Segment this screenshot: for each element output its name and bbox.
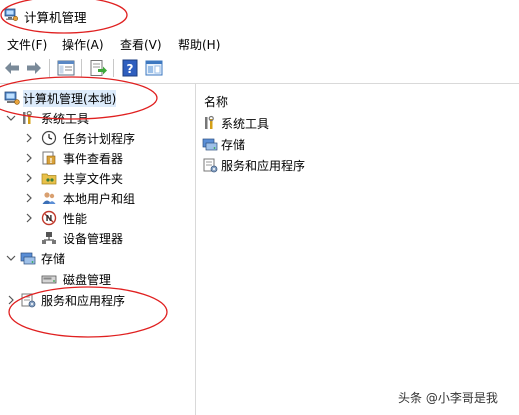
window-title: 计算机管理 (24, 10, 87, 25)
chevron-right-icon[interactable] (24, 152, 34, 163)
tree-item-performance[interactable]: N 性能 (0, 208, 195, 228)
menu-view[interactable]: 查看(V) (120, 36, 162, 53)
computer-management-icon (4, 90, 20, 106)
chevron-right-icon[interactable] (24, 132, 34, 143)
list-item-label: 存储 (221, 138, 246, 152)
svg-text:!: ! (49, 157, 52, 165)
storage-icon (20, 250, 36, 266)
services-icon (202, 157, 218, 173)
svg-text:N: N (46, 214, 53, 223)
watermark-text: 头条 @小李哥是我 (398, 391, 498, 405)
clock-icon (41, 130, 57, 146)
list-item-label: 系统工具 (221, 117, 270, 131)
shared-folder-icon (41, 170, 57, 186)
performance-icon: N (41, 210, 57, 226)
tree-label: 服务和应用程序 (41, 294, 126, 308)
menu-bar: 文件(F) 操作(A) 查看(V) 帮助(H) (0, 34, 519, 54)
storage-icon (202, 136, 218, 152)
disk-icon (41, 271, 57, 287)
device-manager-icon (41, 230, 57, 246)
export-list-icon[interactable] (88, 58, 108, 78)
details-pane: 名称 系统工具 存储 服务和应用程序 (196, 84, 519, 415)
toolbar: ? (0, 55, 519, 81)
chevron-down-icon[interactable] (6, 252, 16, 262)
show-hide-tree-icon[interactable] (56, 58, 76, 78)
properties-icon[interactable] (144, 58, 164, 78)
tree-item-shared-folders[interactable]: 共享文件夹 (0, 168, 195, 188)
chevron-right-icon[interactable] (24, 212, 34, 223)
column-header-name[interactable]: 名称 (204, 93, 228, 110)
tree-label: 存储 (41, 252, 66, 266)
tree-label: 磁盘管理 (63, 273, 112, 287)
forward-arrow-icon[interactable] (24, 58, 44, 78)
event-viewer-icon: ! (41, 150, 57, 166)
tree-item-event-viewer[interactable]: ! 事件查看器 (0, 148, 195, 168)
tree-item-device-manager[interactable]: 设备管理器 (0, 228, 195, 248)
chevron-right-icon[interactable] (24, 172, 34, 183)
tree-item-storage[interactable]: 存储 (0, 248, 195, 268)
menu-action[interactable]: 操作(A) (62, 36, 104, 53)
menu-file[interactable]: 文件(F) (7, 36, 47, 53)
help-icon[interactable]: ? (120, 58, 140, 78)
tree-item-local-users-groups[interactable]: 本地用户和组 (0, 188, 195, 208)
tree-label: 性能 (63, 212, 88, 226)
chevron-down-icon[interactable] (6, 112, 16, 122)
tree-label: 任务计划程序 (63, 132, 136, 146)
tree-label: 计算机管理(本地) (23, 90, 117, 107)
tools-icon (20, 110, 36, 126)
computer-management-icon (4, 8, 19, 22)
tree-label: 设备管理器 (63, 232, 124, 246)
tree-item-disk-management[interactable]: 磁盘管理 (0, 269, 195, 289)
tree-label: 本地用户和组 (63, 192, 136, 206)
list-item-label: 服务和应用程序 (221, 159, 306, 173)
chevron-right-icon[interactable] (24, 192, 34, 203)
tree-item-task-scheduler[interactable]: 任务计划程序 (0, 128, 195, 148)
tree-label: 系统工具 (41, 112, 90, 126)
svg-text:?: ? (127, 62, 134, 76)
tree-item-services-applications[interactable]: 服务和应用程序 (0, 290, 195, 310)
users-icon (41, 190, 57, 206)
back-arrow-icon[interactable] (2, 58, 22, 78)
tree-root-computer-management[interactable]: 计算机管理(本地) (0, 88, 195, 108)
chevron-right-icon[interactable] (6, 294, 16, 305)
services-icon (20, 292, 36, 308)
tree-item-system-tools[interactable]: 系统工具 (0, 108, 195, 128)
menu-help[interactable]: 帮助(H) (178, 36, 220, 53)
navigation-tree: 计算机管理(本地) 系统工具 任务计划程序 ! 事件查看器 共享文件夹 本地用户… (0, 84, 195, 415)
tree-label: 事件查看器 (63, 152, 124, 166)
title-bar: 计算机管理 (0, 0, 519, 31)
tree-label: 共享文件夹 (63, 172, 124, 186)
tools-icon (202, 115, 218, 131)
